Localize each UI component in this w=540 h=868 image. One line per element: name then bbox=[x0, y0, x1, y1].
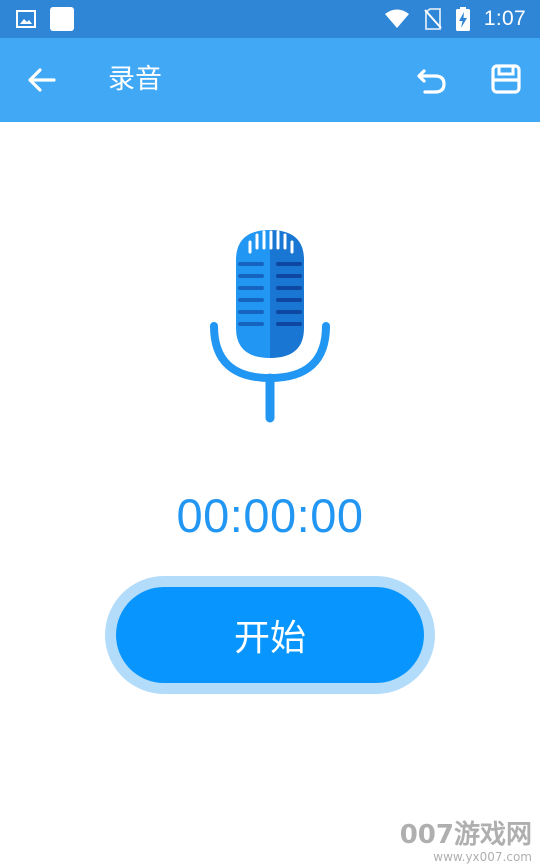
status-bar: 1:07 bbox=[0, 0, 540, 38]
app-square-icon bbox=[50, 7, 74, 31]
watermark-logo: 007游戏网 bbox=[399, 820, 532, 850]
undo-icon[interactable] bbox=[414, 62, 450, 98]
status-left bbox=[16, 7, 74, 31]
no-sim-icon bbox=[424, 8, 442, 30]
save-icon[interactable] bbox=[488, 61, 524, 97]
microphone-icon bbox=[210, 230, 330, 423]
recording-timer: 00:00:00 bbox=[176, 489, 364, 542]
image-icon bbox=[16, 10, 36, 28]
page-title: 录音 bbox=[108, 64, 162, 95]
watermark-url: www.yx007.com bbox=[433, 850, 532, 864]
status-time: 1:07 bbox=[483, 7, 526, 30]
start-button-label: 开始 bbox=[233, 618, 306, 659]
battery-charging-icon bbox=[455, 7, 470, 31]
arrow-left-icon[interactable] bbox=[24, 62, 60, 98]
wifi-icon bbox=[384, 9, 409, 28]
status-right: 1:07 bbox=[384, 7, 526, 31]
app-bar: 录音 bbox=[0, 38, 540, 122]
start-button[interactable]: 开始 bbox=[116, 587, 424, 683]
watermark: 007游戏网 www.yx007.com bbox=[400, 820, 532, 864]
